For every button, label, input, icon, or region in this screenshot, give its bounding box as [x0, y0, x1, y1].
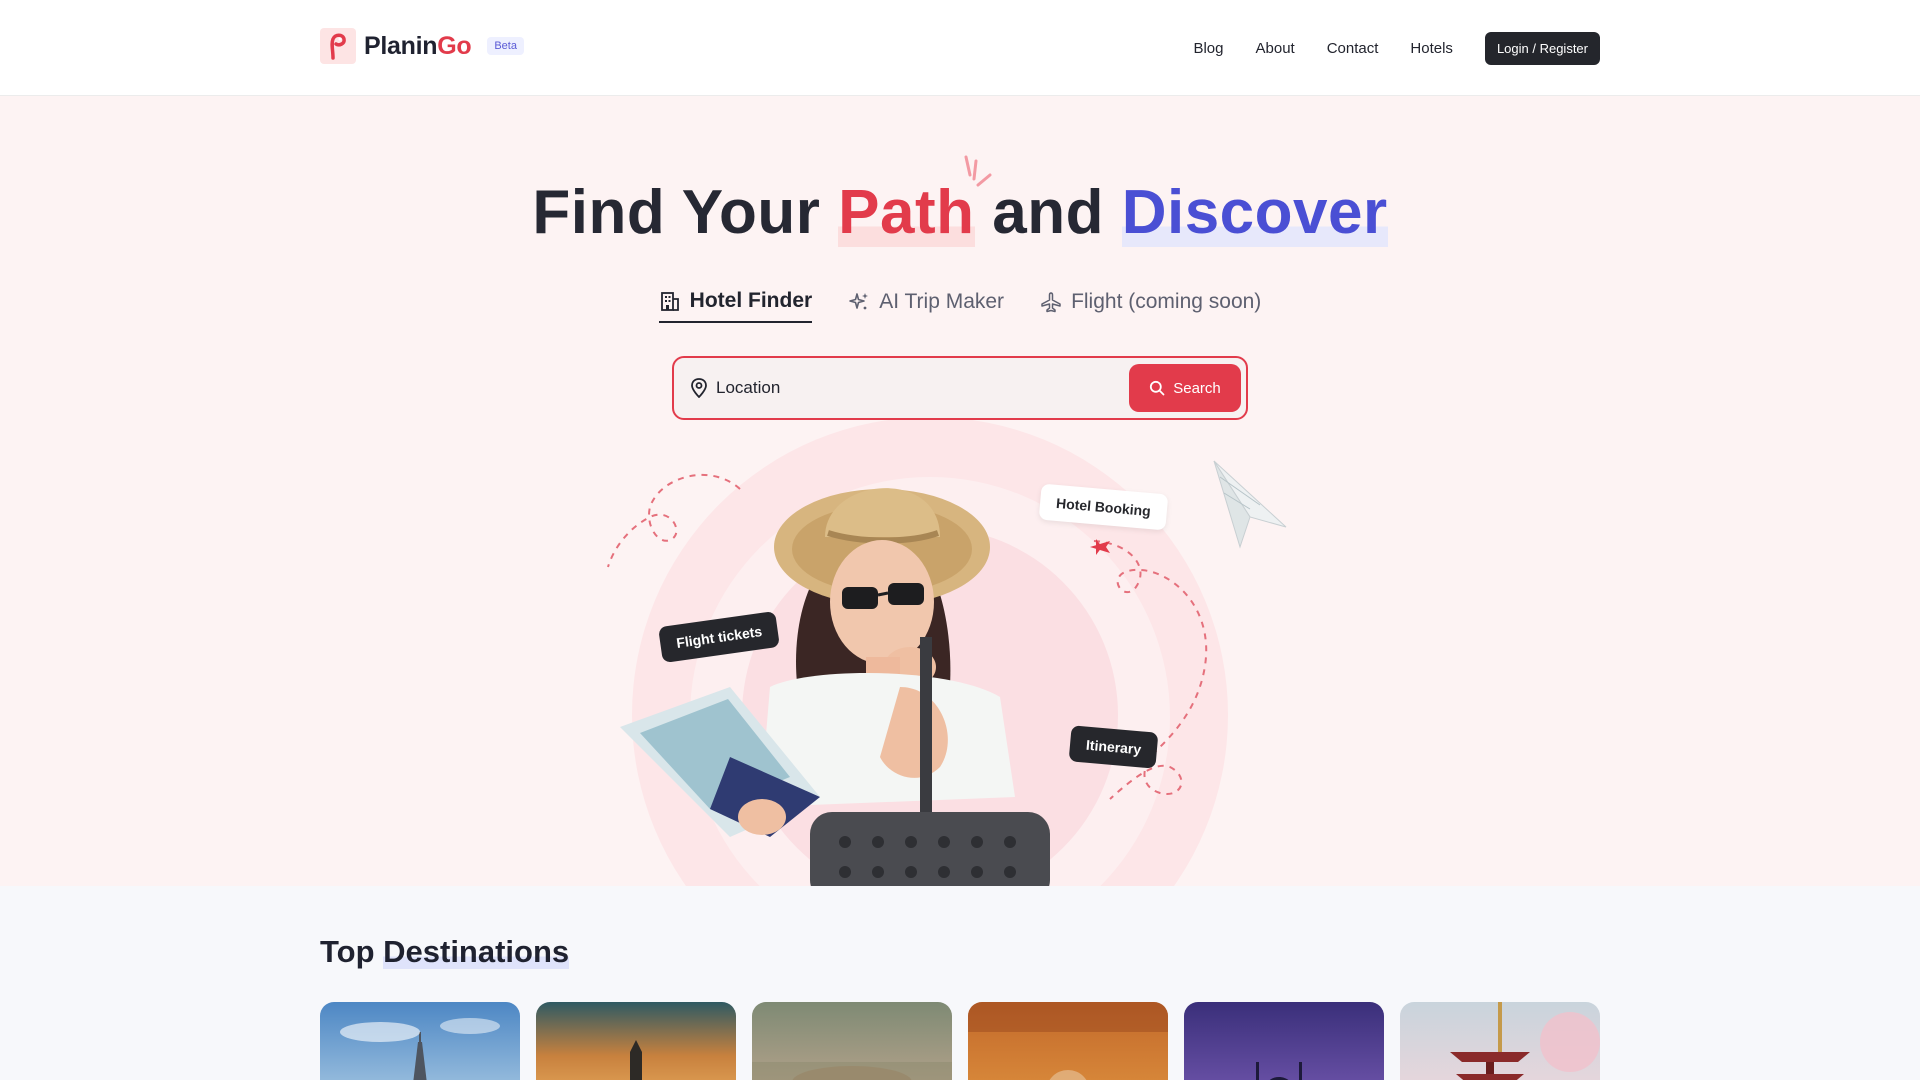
- search-mode-tabs: Hotel Finder AI Trip Maker Flight (comin…: [0, 289, 1920, 323]
- top-destinations-title: Top Destinations: [320, 934, 570, 970]
- tab-flight[interactable]: Flight (coming soon): [1040, 289, 1261, 323]
- plane-icon: [1041, 292, 1061, 313]
- location-search-bar: Search: [672, 356, 1248, 420]
- logo-icon: [320, 28, 356, 64]
- itinerary-tag: Itinerary: [1068, 725, 1159, 769]
- location-input[interactable]: [716, 378, 1129, 398]
- building-icon: [660, 292, 679, 311]
- eiffel-tower-image: [340, 1018, 500, 1080]
- search-button-label: Search: [1173, 379, 1221, 397]
- nav-blog[interactable]: Blog: [1193, 40, 1223, 57]
- site-header: PlaninGo Beta Blog About Contact Hotels …: [0, 0, 1920, 96]
- headline-discover: Discover: [1121, 178, 1388, 247]
- mosque-night-image: [1256, 1062, 1302, 1080]
- brand-logo[interactable]: PlaninGo Beta: [320, 28, 524, 64]
- hero-headline: Find Your Path and Discover: [0, 177, 1920, 248]
- headline-path: Path: [838, 178, 975, 247]
- autumn-city-image: [968, 1002, 1168, 1080]
- paper-plane-decoration-icon: [1213, 460, 1287, 549]
- main-nav: Blog About Contact Hotels Login / Regist…: [1193, 32, 1600, 65]
- colosseum-image: [752, 1062, 952, 1080]
- tab-ai-trip-maker-label: AI Trip Maker: [879, 290, 1005, 313]
- destination-card[interactable]: [752, 1002, 952, 1080]
- dashed-path-right-decoration: [1093, 540, 1208, 800]
- destination-card[interactable]: [1184, 1002, 1384, 1080]
- pagoda-image: [1450, 1002, 1600, 1080]
- dest-title-part1: Top: [320, 934, 384, 969]
- tab-hotel-finder-label: Hotel Finder: [689, 289, 813, 312]
- tab-ai-trip-maker[interactable]: AI Trip Maker: [848, 289, 1004, 323]
- destination-cards: [320, 1002, 1600, 1080]
- destination-card[interactable]: [968, 1002, 1168, 1080]
- destination-card[interactable]: [536, 1002, 736, 1080]
- nav-about[interactable]: About: [1256, 40, 1295, 57]
- location-pin-icon: [691, 378, 707, 398]
- brand-name: PlaninGo: [364, 31, 472, 61]
- nav-hotels[interactable]: Hotels: [1410, 40, 1453, 57]
- tab-hotel-finder[interactable]: Hotel Finder: [658, 289, 813, 323]
- nav-contact[interactable]: Contact: [1327, 40, 1379, 57]
- brand-name-accent: Go: [437, 31, 472, 60]
- search-button[interactable]: Search: [1129, 364, 1241, 412]
- brand-name-main: Planin: [364, 31, 438, 60]
- headline-part1: Find Your: [532, 178, 839, 247]
- small-plane-icon: [1090, 539, 1110, 555]
- beta-badge: Beta: [487, 37, 524, 55]
- traveler-woman-illustration: [620, 488, 1050, 886]
- headline-part2: and: [974, 178, 1122, 247]
- tab-flight-label: Flight (coming soon): [1071, 290, 1262, 313]
- big-ben-image: [630, 1040, 642, 1080]
- search-icon: [1150, 380, 1165, 396]
- hero-section: Find Your Path and Discover Hotel Finder…: [0, 97, 1920, 886]
- sparkle-icon: [849, 293, 869, 310]
- destination-card[interactable]: [320, 1002, 520, 1080]
- login-register-button[interactable]: Login / Register: [1484, 32, 1600, 65]
- top-destinations-section: Top Destinations: [0, 886, 1920, 1080]
- destination-card[interactable]: [1400, 1002, 1600, 1080]
- dest-title-part2: Destinations: [383, 934, 570, 969]
